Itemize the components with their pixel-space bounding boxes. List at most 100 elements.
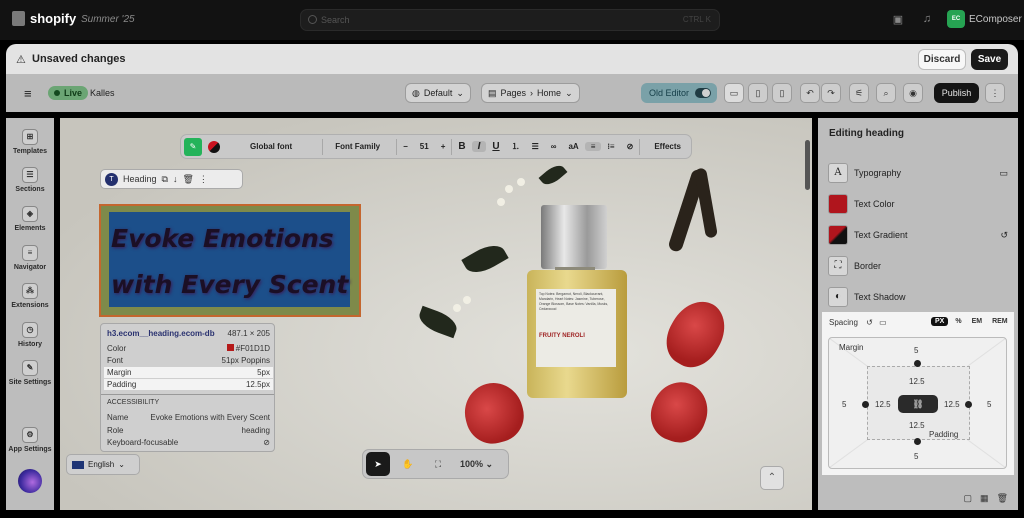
panel-row-text-shadow[interactable]: ◐ Text Shadow [828,285,1008,309]
avatar[interactable] [18,469,42,493]
reset-icon[interactable]: ↺ [866,318,873,327]
unsaved-title: Unsaved changes [32,53,126,65]
italic-icon[interactable]: I [471,141,487,152]
margin-top-handle[interactable] [914,360,921,367]
padding-left-input[interactable]: 12.5 [875,400,891,409]
link-values-icon[interactable]: ⛓ [898,395,938,413]
delete-icon[interactable]: 🗑 [182,174,193,185]
panel-row-text-gradient[interactable]: Text Gradient ↺ [828,223,1008,247]
bell-icon[interactable]: ♫ [920,13,934,27]
device-preset-select[interactable]: ◍ Default ⌄ [405,83,471,103]
sidebar-item-app-settings[interactable]: ⚙ App Settings [6,427,54,453]
preview-search-button[interactable]: ⌕ [876,83,896,103]
unit-rem[interactable]: REM [989,317,1011,326]
color-picker-icon[interactable]: ✎ [184,137,202,156]
font-size-decrease-icon[interactable]: − [397,142,414,151]
more-options-icon[interactable]: ⋮ [985,83,1005,103]
sidebar-item-elements[interactable]: ◈ Elements [6,206,54,232]
desktop-view-button[interactable]: ▭ [724,83,744,103]
sidebar-item-navigator[interactable]: ≡ Navigator [6,245,54,271]
mobile-view-button[interactable]: ▯ [772,83,792,103]
reset-icon[interactable]: ↺ [1000,230,1008,241]
sidebar-item-history[interactable]: ◷ History [6,322,54,348]
sidebar-item-sections[interactable]: ☰ Sections [6,167,54,193]
more-options-icon[interactable]: ⋮ [199,174,208,185]
discard-button[interactable]: Discard [918,49,966,70]
bullet-list-icon[interactable]: ☰ [526,142,545,151]
padding-bottom-input[interactable]: 12.5 [909,421,925,430]
padding-right-input[interactable]: 12.5 [944,400,960,409]
panel-row-border[interactable]: ⛶ Border [828,254,1008,278]
margin-right-handle[interactable] [965,401,972,408]
save-template-icon[interactable]: ▢ [964,493,973,504]
delete-icon[interactable]: 🗑 [997,493,1008,504]
edition-label: Summer '25 [81,14,135,25]
move-down-icon[interactable]: ↓ [173,174,178,184]
eye-icon[interactable]: ◉ [903,83,923,103]
unit-px[interactable]: PX [931,317,949,326]
unit-em[interactable]: EM [969,317,986,326]
text-case-icon[interactable]: aA [562,142,584,151]
unit-percent[interactable]: % [952,317,964,326]
spacing-label-text: Spacing [829,318,858,327]
old-editor-toggle[interactable]: Old Editor [641,83,717,103]
font-family-button[interactable]: Font Family [329,142,386,151]
margin-left-handle[interactable] [862,401,869,408]
a11y-role-label: Role [107,426,124,435]
app-name[interactable]: EComposer [969,14,1022,25]
align-list-icon[interactable]: ⁝≡ [601,142,620,151]
margin-right-input[interactable]: 5 [987,400,991,409]
fit-screen-icon[interactable]: ⛶ [426,452,450,476]
app-badge[interactable]: EC [947,10,965,28]
page-heading[interactable]: Evoke Emotions with Every Scent [109,216,350,308]
tablet-view-button[interactable]: ▯ [748,83,768,103]
margin-bottom-handle[interactable] [914,438,921,445]
duplicate-icon[interactable]: ⧉ [162,174,168,185]
desktop-icon[interactable]: ▭ [879,318,887,327]
toggle-switch[interactable] [695,88,711,98]
effects-button[interactable]: Effects [648,142,687,151]
language-select[interactable]: English ⌄ [66,454,140,475]
panel-row-typography[interactable]: A Typography ▭ [828,161,1008,185]
zoom-select[interactable]: 100% ⌄ [456,452,497,476]
clear-format-icon[interactable]: ⊘ [621,142,640,151]
scroll-to-top-button[interactable]: ⌃ [760,466,784,490]
undo-button[interactable]: ↶ [800,83,820,103]
shopify-logo[interactable]: shopify [12,11,76,26]
sidebar-item-extensions[interactable]: ⁂ Extensions [6,283,54,309]
save-button[interactable]: Save [971,49,1008,70]
margin-bottom-input[interactable]: 5 [914,452,918,461]
underline-icon[interactable]: U [486,141,505,152]
layout-icon[interactable]: ▦ [980,493,989,504]
settings-sliders-button[interactable]: ⚟ [849,83,869,103]
padding-top-input[interactable]: 12.5 [909,377,925,386]
text-gradient-swatch [828,225,848,245]
desktop-icon[interactable]: ▭ [999,168,1008,179]
margin-left-input[interactable]: 5 [842,400,846,409]
font-size-increase-icon[interactable]: + [435,142,452,151]
ordered-list-icon[interactable]: ⒈ [506,141,526,152]
page-select[interactable]: ▤ Pages › Home ⌄ [481,83,580,103]
pointer-tool-icon[interactable]: ➤ [366,452,390,476]
menu-icon[interactable]: ≡ [24,86,32,101]
color-value: #F01D1D [226,344,270,353]
global-font-button[interactable]: Global font [244,142,298,151]
panel-row-text-color[interactable]: Text Color [828,192,1008,216]
bold-icon[interactable]: B [452,141,471,152]
sidebar-item-site-settings[interactable]: ✎ Site Settings [6,360,54,386]
publish-button[interactable]: Publish [934,83,979,103]
font-size-value[interactable]: 51 [414,142,435,151]
redo-button[interactable]: ↷ [821,83,841,103]
live-label: Live [64,88,83,98]
margin-top-input[interactable]: 5 [914,346,918,355]
hand-tool-icon[interactable]: ✋ [396,452,420,476]
panel-row-label: Text Gradient [854,230,908,240]
align-left-icon[interactable]: ≡ [584,142,602,151]
link-icon[interactable]: ∞ [545,142,563,151]
breadcrumb-home: Home [537,88,562,98]
text-color-swatch[interactable] [208,140,220,153]
store-icon[interactable]: ▣ [891,13,905,27]
sidebar-item-templates[interactable]: ⊞ Templates [6,129,54,155]
search-input[interactable]: Search CTRL K [300,9,720,31]
canvas-scrollbar[interactable] [805,140,810,190]
